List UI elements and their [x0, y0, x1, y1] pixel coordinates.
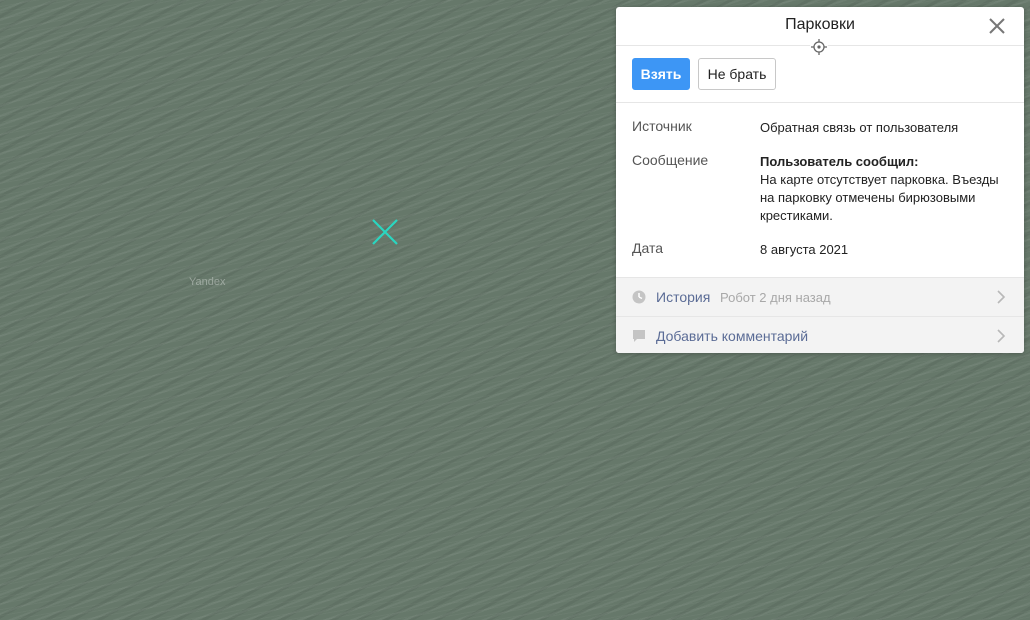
date-value: 8 августа 2021 — [760, 242, 849, 257]
history-row[interactable]: История Робот 2 дня назад — [616, 278, 1024, 317]
chevron-right-icon — [997, 290, 1006, 304]
source-value: Обратная связь от пользователя — [760, 120, 959, 135]
add-comment-label: Добавить комментарий — [656, 328, 809, 344]
message-title: Пользователь сообщил: — [760, 154, 919, 169]
panel-title: Парковки — [785, 16, 855, 33]
history-meta: Робот 2 дня назад — [720, 290, 831, 305]
parking-panel: Парковки Взять Не брать Источник Обратна… — [616, 7, 1024, 353]
message-value: Пользователь сообщил: На карте отсутству… — [760, 153, 1010, 225]
history-label: История — [656, 289, 711, 305]
source-label: Источник — [632, 118, 692, 134]
comment-icon — [633, 330, 645, 342]
add-comment-row[interactable]: Добавить комментарий — [616, 317, 1024, 353]
chevron-right-icon — [997, 329, 1006, 343]
skip-button[interactable]: Не брать — [698, 58, 776, 90]
details-fields: Источник Обратная связь от пользователя … — [616, 103, 1024, 278]
clock-icon — [632, 290, 646, 304]
map-watermark: Yandex — [189, 276, 226, 288]
date-label: Дата — [632, 240, 664, 256]
entrance-marker-icon[interactable] — [370, 217, 400, 247]
panel-actions: Взять Не брать — [616, 46, 1024, 103]
take-button[interactable]: Взять — [632, 58, 690, 90]
close-icon[interactable] — [988, 17, 1006, 35]
message-label: Сообщение — [632, 152, 709, 168]
message-text: На карте отсутствует парковка. Въезды на… — [760, 172, 999, 223]
